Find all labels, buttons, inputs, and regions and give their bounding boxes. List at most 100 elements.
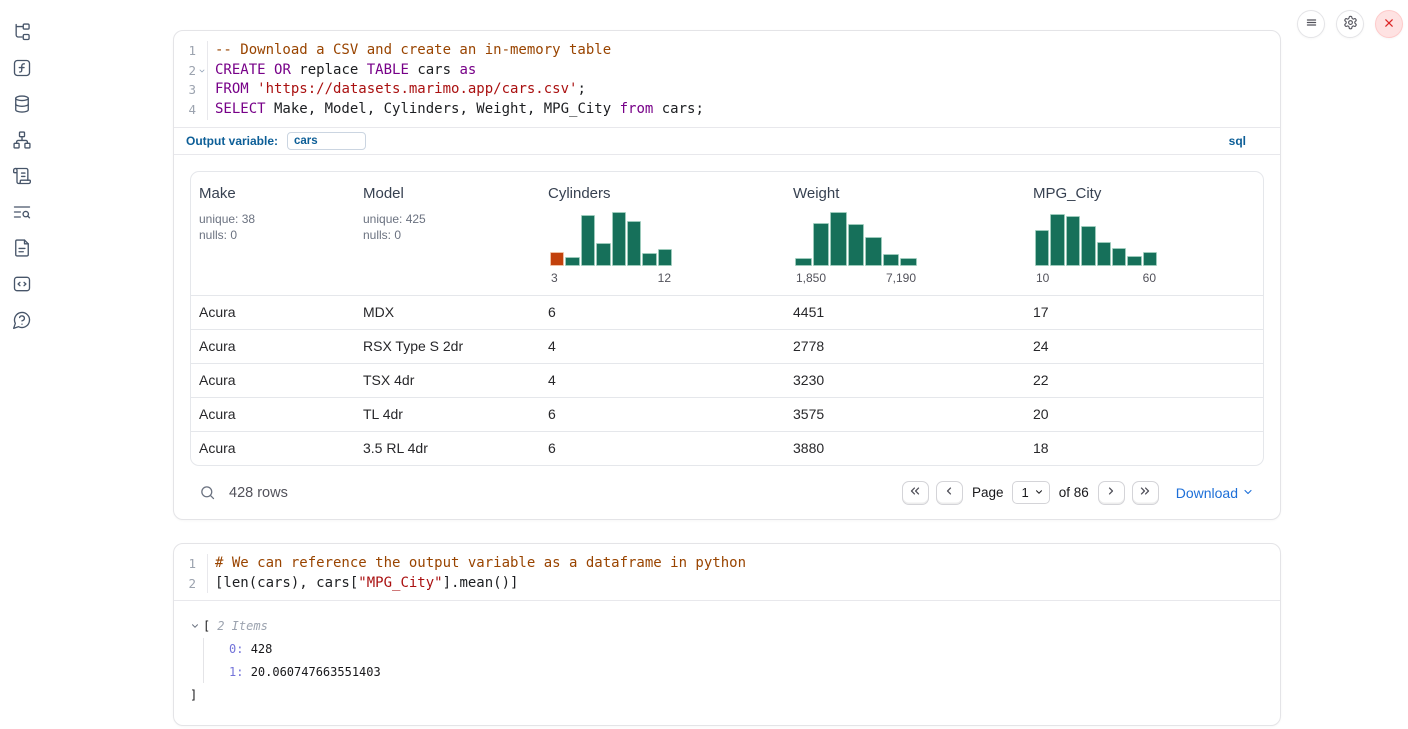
tree-entry: 1: 20.060747663551403 [229, 661, 1264, 684]
gear-icon [1343, 15, 1358, 33]
pagination: Page 1 of 86 [902, 481, 1159, 505]
code-line: 2[len(cars), cars["MPG_City"].mean()] [174, 574, 1280, 594]
help-icon[interactable] [12, 310, 32, 330]
collapse-chevron-icon[interactable] [190, 621, 203, 631]
line-number-gutter: 1 [174, 554, 208, 574]
histogram-bar [565, 257, 579, 266]
table-cell: 2778 [785, 330, 1025, 363]
table-footer: 428 rows Page 1 of 86 Download [190, 466, 1264, 519]
histogram-bar [883, 254, 900, 266]
histogram-axis: 1,8507,190 [795, 271, 917, 285]
histogram-bar [1081, 226, 1095, 266]
histogram-bar [1127, 256, 1141, 265]
table-cell: Acura [191, 296, 355, 329]
histogram-bar [848, 224, 865, 266]
sql-code-editor[interactable]: 1-- Download a CSV and create an in-memo… [174, 31, 1280, 127]
table-cell: 6 [540, 432, 785, 465]
menu-icon [1304, 15, 1319, 33]
next-page-button[interactable] [1098, 481, 1125, 505]
code-line: 3FROM 'https://datasets.marimo.app/cars.… [174, 80, 1280, 100]
prev-page-button[interactable] [936, 481, 963, 505]
histogram-bar [612, 212, 626, 265]
function-square-icon[interactable] [12, 58, 32, 78]
table-cell: 22 [1025, 364, 1263, 397]
sql-output: Makeunique: 38nulls: 0Modelunique: 425nu… [174, 155, 1280, 519]
table-cell: TSX 4dr [355, 364, 540, 397]
table-row[interactable]: Acura3.5 RL 4dr6388018 [191, 431, 1263, 465]
shutdown-button[interactable] [1375, 10, 1403, 38]
column-header-Model[interactable]: Modelunique: 425nulls: 0 [355, 172, 540, 295]
histogram-Weight: 1,8507,190 [795, 211, 917, 285]
column-header-MPG_City[interactable]: MPG_City1060 [1025, 172, 1263, 295]
histogram-bar [900, 258, 917, 266]
code-text: [len(cars), cars["MPG_City"].mean()] [208, 574, 518, 594]
line-number-gutter: 3 [174, 80, 208, 100]
dependency-graph-icon[interactable] [12, 130, 32, 150]
table-cell: 24 [1025, 330, 1263, 363]
fold-toggle-icon[interactable] [196, 67, 207, 75]
column-name: Weight [793, 185, 1017, 202]
table-cell: Acura [191, 330, 355, 363]
documentation-icon[interactable] [12, 238, 32, 258]
file-tree-icon[interactable] [12, 22, 32, 42]
histogram-bar [581, 215, 595, 266]
table-cell: 17 [1025, 296, 1263, 329]
histogram-MPG_City: 1060 [1035, 211, 1157, 285]
table-row[interactable]: AcuraMDX6445117 [191, 295, 1263, 329]
scroll-icon[interactable] [12, 166, 32, 186]
tree-entry: 0: 428 [229, 638, 1264, 661]
download-button[interactable]: Download [1176, 485, 1254, 501]
sql-cell: 1-- Download a CSV and create an in-memo… [173, 30, 1281, 520]
column-header-Cylinders[interactable]: Cylinders312 [540, 172, 785, 295]
table-cell: 3.5 RL 4dr [355, 432, 540, 465]
column-header-Weight[interactable]: Weight 1,8507,190 [785, 172, 1025, 295]
page-select[interactable]: 1 [1012, 481, 1049, 504]
tree-output: [2 Items0: 4281: 20.060747663551403] [174, 601, 1280, 725]
output-variable-label: Output variable: [186, 134, 278, 148]
table-cell: Acura [191, 364, 355, 397]
open-bracket: [ [203, 616, 210, 636]
first-page-button[interactable] [902, 481, 929, 505]
table-cell: 4 [540, 330, 785, 363]
histogram-bar [550, 252, 564, 266]
table-cell: 6 [540, 398, 785, 431]
code-line: 2CREATE OR replace TABLE cars as [174, 61, 1280, 81]
search-icon[interactable] [199, 484, 216, 501]
settings-button[interactable] [1336, 10, 1364, 38]
database-icon[interactable] [12, 94, 32, 114]
code-text: # We can reference the output variable a… [208, 554, 746, 574]
table-row[interactable]: AcuraTL 4dr6357520 [191, 397, 1263, 431]
code-text: CREATE OR replace TABLE cars as [208, 61, 476, 81]
code-line: 1-- Download a CSV and create an in-memo… [174, 41, 1280, 61]
histogram-bar [865, 237, 882, 266]
histogram-axis: 1060 [1035, 271, 1157, 285]
last-page-button[interactable] [1132, 481, 1159, 505]
code-text: FROM 'https://datasets.marimo.app/cars.c… [208, 80, 586, 100]
output-variable-input[interactable] [287, 132, 366, 150]
output-variable-row: Output variable: sql [174, 127, 1280, 155]
table-cell: 6 [540, 296, 785, 329]
data-table: Makeunique: 38nulls: 0Modelunique: 425nu… [190, 171, 1264, 466]
table-cell: 20 [1025, 398, 1263, 431]
table-row[interactable]: AcuraTSX 4dr4323022 [191, 363, 1263, 397]
line-number-gutter: 2 [174, 61, 208, 81]
histogram-bar [1112, 248, 1126, 266]
table-row[interactable]: AcuraRSX Type S 2dr4277824 [191, 329, 1263, 363]
python-code-editor[interactable]: 1# We can reference the output variable … [174, 544, 1280, 601]
snippets-icon[interactable] [12, 274, 32, 294]
notebook: 1-- Download a CSV and create an in-memo… [173, 30, 1281, 726]
histogram-bar [1050, 214, 1064, 266]
table-cell: Acura [191, 432, 355, 465]
column-header-Make[interactable]: Makeunique: 38nulls: 0 [191, 172, 355, 295]
close-icon [1382, 16, 1396, 33]
menu-button[interactable] [1297, 10, 1325, 38]
histogram-bar [1143, 252, 1157, 266]
table-cell: RSX Type S 2dr [355, 330, 540, 363]
column-name: Model [363, 185, 532, 202]
code-line: 4SELECT Make, Model, Cylinders, Weight, … [174, 100, 1280, 120]
table-cell: 4451 [785, 296, 1025, 329]
table-cell: Acura [191, 398, 355, 431]
table-cell: 3230 [785, 364, 1025, 397]
column-stats: unique: 38nulls: 0 [199, 211, 347, 244]
logs-search-icon[interactable] [12, 202, 32, 222]
